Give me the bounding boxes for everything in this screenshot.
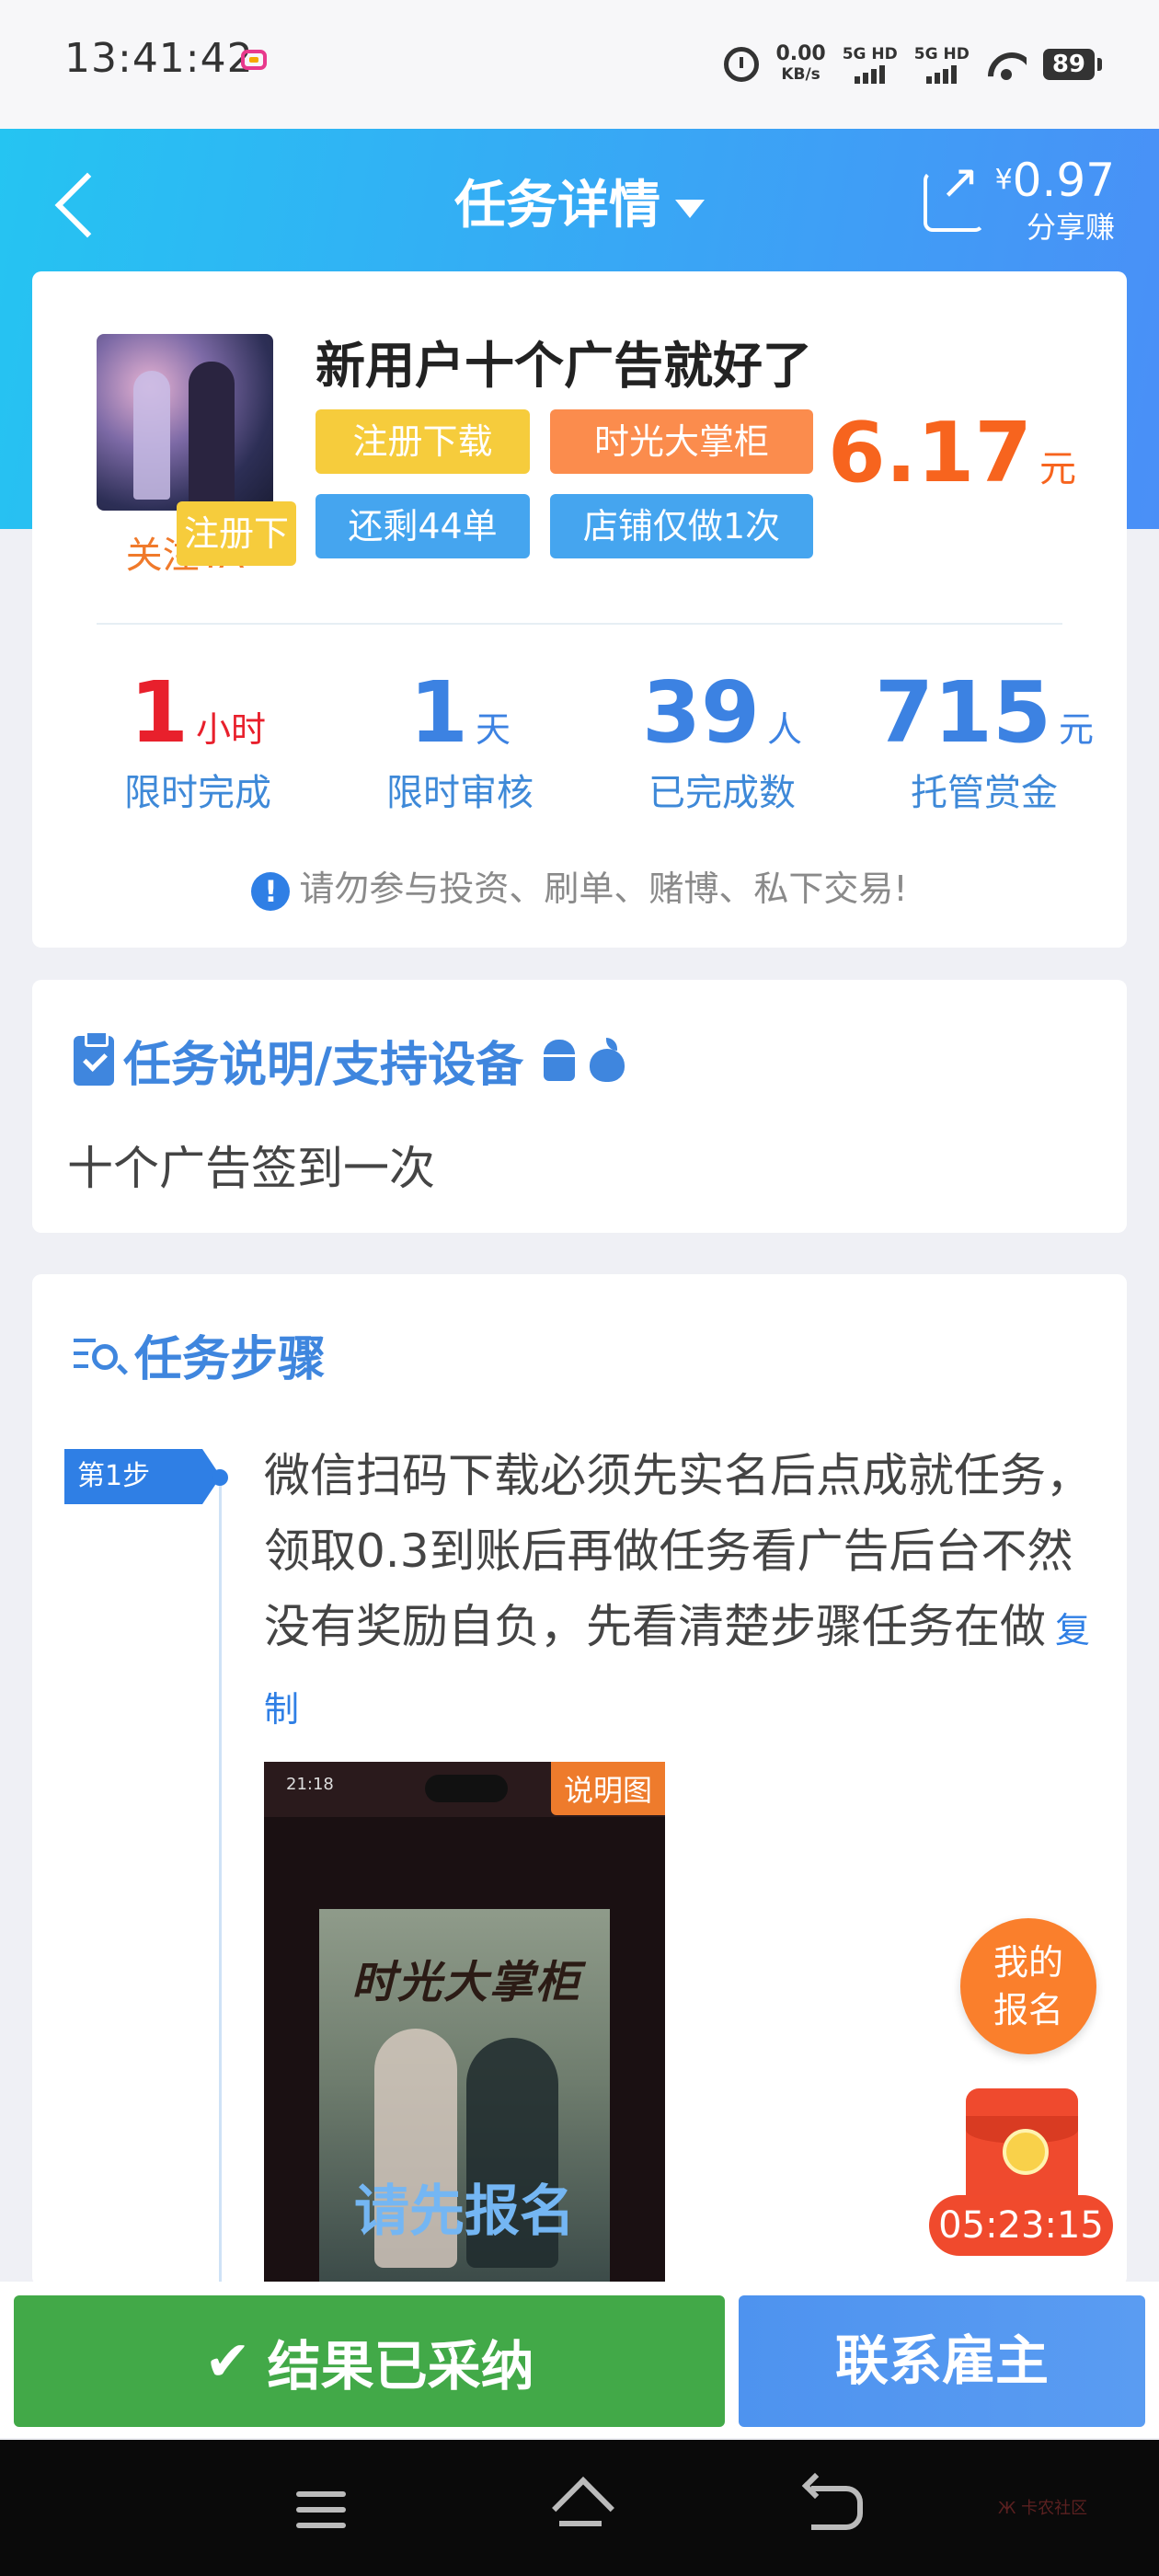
- signal-2-icon: 5G HD: [914, 45, 970, 84]
- status-time: 13:41:42: [64, 35, 254, 82]
- app-notification-icon: [241, 50, 267, 70]
- status-icons: 0.00 KB/s 5G HD 5G HD 89: [724, 37, 1103, 92]
- tag-once-per-shop: 店铺仅做1次: [550, 494, 813, 558]
- signal-1-icon: 5G HD: [843, 45, 898, 84]
- tag-remaining: 还剩44单: [316, 494, 530, 558]
- home-icon[interactable]: [552, 2480, 609, 2532]
- task-info-card: 关注TA 新用户十个广告就好了 注册下载 注册下载 时光大掌柜 6.17元 1小…: [32, 271, 1127, 948]
- share-amount: ¥0.97: [994, 154, 1115, 207]
- clipboard-check-icon: [74, 1029, 114, 1086]
- back-nav-icon[interactable]: [811, 2486, 863, 2530]
- system-nav-bar: Ж 卡农社区: [0, 2440, 1159, 2576]
- description-title: 任务说明/支持设备: [74, 1026, 626, 1095]
- warning-icon: !: [251, 871, 291, 911]
- step-text: 微信扫码下载必须先实名后点成就任务，领取0.3到账后再做任务看广告后台不然没有奖…: [264, 1449, 1092, 1730]
- image-label: 说明图: [550, 1762, 665, 1815]
- menu-icon[interactable]: [296, 2491, 346, 2528]
- status-bar: 13:41:42 0.00 KB/s 5G HD 5G HD 89: [0, 0, 1159, 129]
- share-icon: [923, 155, 984, 232]
- divider: [97, 623, 1062, 625]
- red-envelope-icon[interactable]: [966, 2088, 1078, 2208]
- step-image[interactable]: 21:18 时光大掌柜 说明图 请先报名: [264, 1762, 665, 2286]
- stat-time-limit: 1 小时 限时完成: [124, 663, 271, 815]
- stat-completed: 39 人 已完成数: [641, 663, 803, 815]
- tag-register-download: 注册下载: [316, 409, 530, 474]
- share-earn-button[interactable]: ¥0.97 分享赚: [923, 154, 1115, 247]
- wifi-icon: [986, 49, 1027, 80]
- timeline-line: [219, 1472, 222, 2291]
- task-steps-card: 任务步骤 第1步 微信扫码下载必须先实名后点成就任务，领取0.3到账后再做任务看…: [32, 1274, 1127, 2291]
- publisher-avatar[interactable]: [97, 334, 273, 511]
- tag-app-name: 时光大掌柜: [550, 409, 813, 474]
- stat-escrow: 715 元 托管赏金: [874, 663, 1095, 815]
- result-accepted-button[interactable]: ✔ 结果已采纳: [14, 2295, 725, 2427]
- contact-employer-button[interactable]: 联系雇主: [739, 2295, 1145, 2427]
- battery-icon: 89: [1042, 49, 1103, 80]
- description-text: 十个广告签到一次: [67, 1142, 435, 1195]
- apple-icon: [588, 1037, 626, 1082]
- step-badge: 第1步: [64, 1449, 221, 1504]
- watermark: Ж 卡农社区: [998, 2499, 1088, 2518]
- caret-down-icon: [675, 199, 705, 218]
- signup-first-overlay: 请先报名: [354, 2179, 575, 2244]
- task-description-card: 任务说明/支持设备 十个广告签到一次: [32, 980, 1127, 1233]
- share-label: 分享赚: [1026, 210, 1115, 245]
- android-icon: [540, 1039, 579, 1082]
- warning-notice: ! 请勿参与投资、刷单、赌博、私下交易!: [32, 860, 1127, 911]
- task-price: 6.17 元: [827, 405, 1076, 501]
- my-signup-button[interactable]: 我的 报名: [960, 1918, 1096, 2054]
- check-icon: ✔: [204, 2329, 251, 2394]
- alarm-icon: [724, 47, 760, 82]
- task-title: 新用户十个广告就好了: [316, 337, 812, 395]
- image-app-logo: 时光大掌柜: [350, 1957, 581, 2008]
- list-search-icon: [74, 1335, 125, 1375]
- network-speed: 0.00 KB/s: [775, 42, 826, 85]
- stat-review-limit: 1天 限时审核: [386, 663, 534, 815]
- tag-category: 注册下载: [177, 501, 296, 618]
- timeline-dot: [212, 1469, 228, 1486]
- countdown-timer: 05:23:15: [929, 2195, 1113, 2256]
- steps-title: 任务步骤: [74, 1320, 326, 1389]
